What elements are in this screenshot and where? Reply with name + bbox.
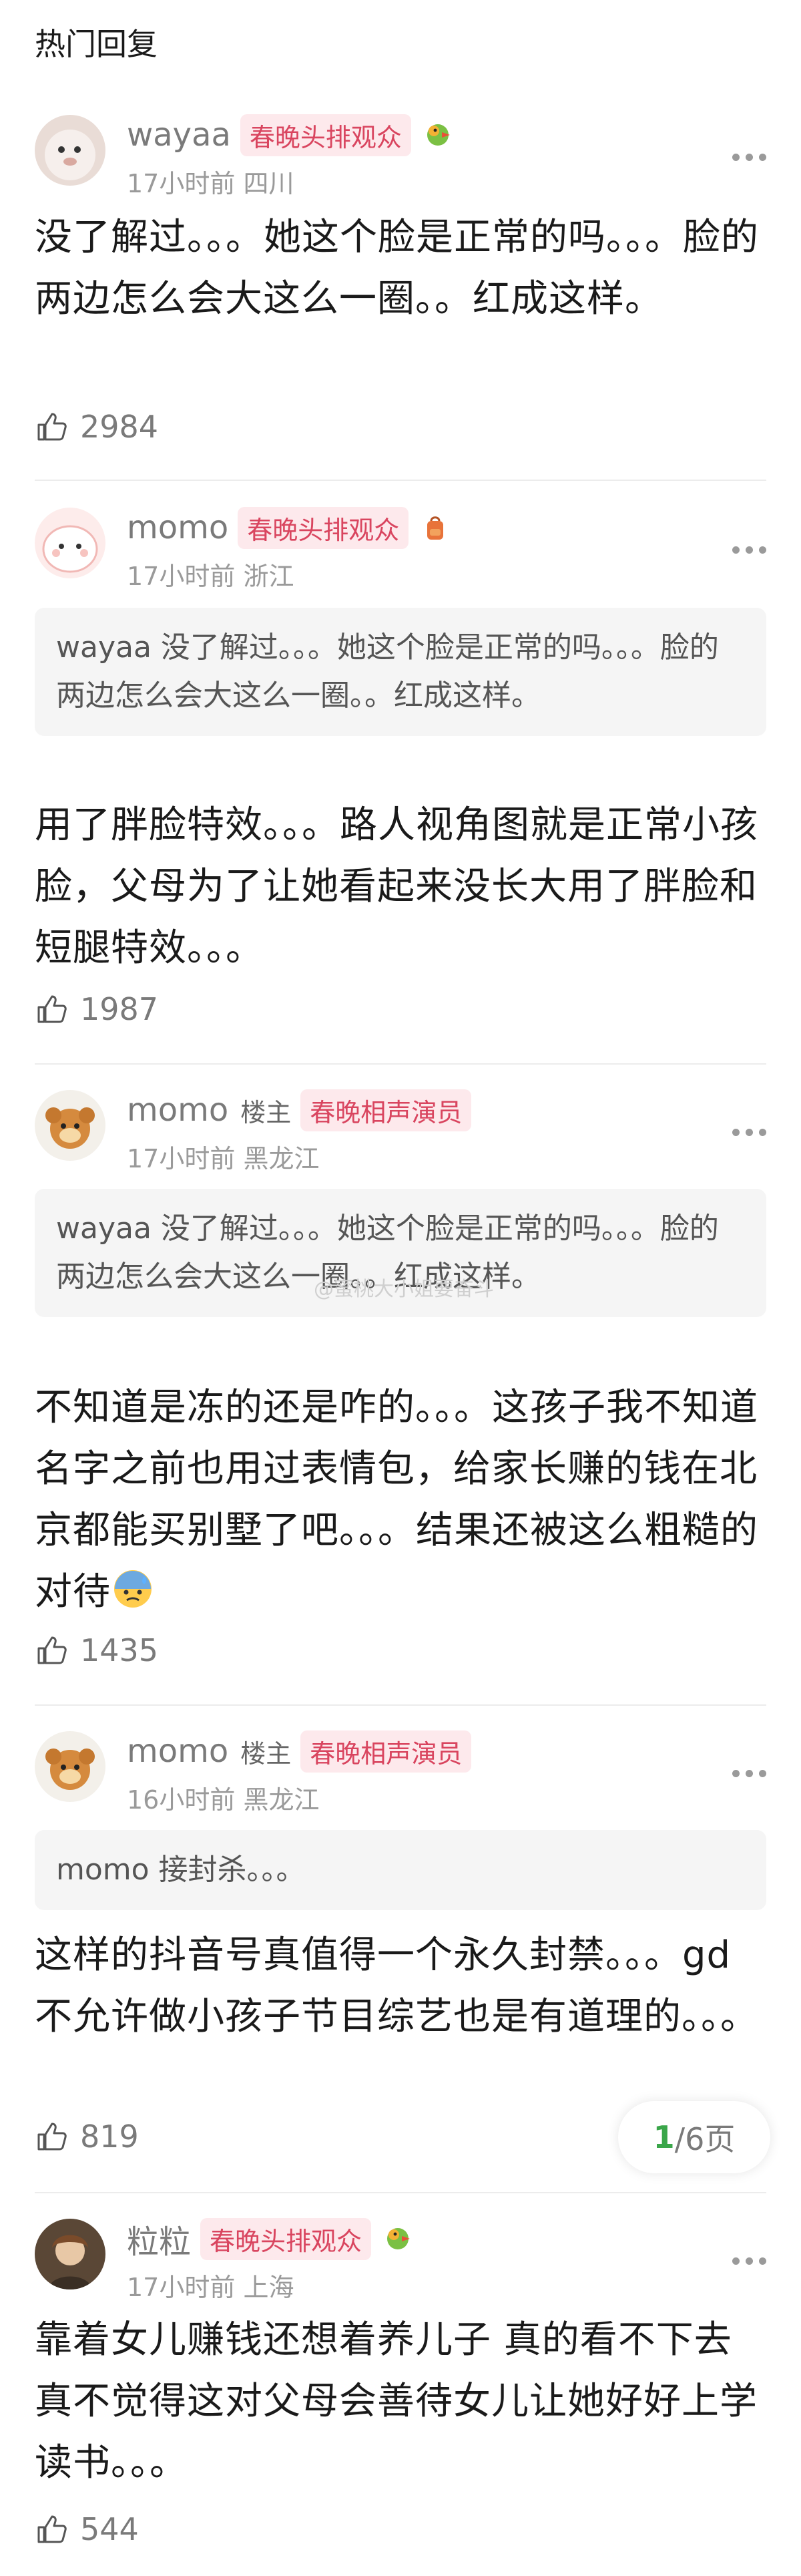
like-count: 1987 — [80, 991, 159, 1027]
comment-body: 靠着女儿赚钱还想着养儿子 真的看不下去 真不觉得这对父母会善待女儿让她好好上学读… — [35, 2318, 758, 2485]
thumbs-up-icon — [37, 995, 67, 1023]
avatar[interactable] — [35, 1090, 105, 1161]
comment-time: 17小时前 — [127, 1144, 236, 1173]
comment-time: 16小时前 — [127, 1785, 236, 1815]
thumbs-up-icon — [37, 413, 67, 441]
like-button[interactable]: 1435 — [35, 1632, 158, 1668]
username[interactable]: momo — [127, 509, 228, 546]
username[interactable]: momo — [127, 1091, 228, 1129]
divider — [35, 1704, 766, 1706]
title-badge: 春晚相声演员 — [300, 1730, 472, 1773]
page-current: 1 — [653, 2119, 675, 2155]
comment-location: 浙江 — [243, 562, 294, 591]
username[interactable]: 粒粒 — [127, 2215, 191, 2262]
like-count: 1435 — [80, 1632, 159, 1668]
watermark: @蜜桃大小姐要奋斗 — [314, 1278, 494, 1301]
like-button[interactable]: 819 — [35, 2119, 139, 2155]
like-button[interactable]: 1987 — [35, 991, 158, 1027]
cold-sweat-emoji-icon — [114, 1570, 152, 1608]
thumbs-up-icon — [37, 2123, 67, 2151]
avatar[interactable] — [35, 508, 105, 578]
thumbs-up-icon — [37, 2515, 67, 2543]
more-options-icon[interactable] — [732, 1770, 766, 1777]
comment-location: 黑龙江 — [243, 1785, 320, 1815]
comment-body: 没了解过。。。她这个脸是正常的吗。。。脸的两边怎么会大这么一圈。。红成这样。 — [35, 216, 759, 321]
title-badge: 春晚头排观众 — [200, 2217, 372, 2260]
more-options-icon[interactable] — [732, 2257, 766, 2265]
quoted-comment[interactable]: momo 接封杀。。。 — [35, 1830, 766, 1910]
comment-body: 用了胖脸特效。。。路人视角图就是正常小孩脸，父母为了让她看起来没长大用了胖脸和短… — [35, 803, 758, 970]
comment-location: 上海 — [243, 2273, 294, 2302]
parrot-emoji-icon — [427, 124, 450, 146]
quoted-comment[interactable]: wayaa 没了解过。。。她这个脸是正常的吗。。。脸的两边怎么会大这么一圈。。红… — [35, 608, 766, 736]
like-count: 2984 — [80, 409, 159, 445]
comment-body: 这样的抖音号真值得一个永久封禁。。。gd不允许做小孩子节目综艺也是有道理的。。。 — [35, 1934, 758, 2038]
op-badge: 楼主 — [240, 1097, 292, 1127]
page-indicator[interactable]: 1/6页 — [618, 2101, 770, 2173]
comment-location: 黑龙江 — [243, 1144, 320, 1173]
comment-time: 17小时前 — [127, 562, 236, 591]
avatar[interactable] — [35, 115, 105, 186]
comment-body: 不知道是冻的还是咋的。。。这孩子我不知道名字之前也用过表情包，给家长赚的钱在北京… — [35, 1377, 769, 1623]
section-title: 热门回复 — [35, 26, 158, 62]
username[interactable]: momo — [127, 1732, 228, 1770]
divider — [35, 1063, 766, 1065]
comment-location: 四川 — [243, 169, 294, 198]
more-options-icon[interactable] — [732, 546, 766, 554]
like-button[interactable]: 544 — [35, 2511, 139, 2547]
parrot-emoji-icon — [387, 2228, 411, 2249]
comment-time: 17小时前 — [127, 2273, 236, 2302]
op-badge: 楼主 — [240, 1738, 292, 1769]
like-button[interactable]: 2984 — [35, 409, 158, 445]
avatar[interactable] — [35, 1731, 105, 1802]
divider — [35, 480, 766, 481]
more-options-icon[interactable] — [732, 154, 766, 161]
like-count: 544 — [80, 2511, 139, 2547]
title-badge: 春晚头排观众 — [238, 506, 409, 549]
divider — [35, 2192, 766, 2193]
thumbs-up-icon — [37, 1636, 67, 1664]
more-options-icon[interactable] — [732, 1129, 766, 1136]
page-total: /6页 — [674, 2121, 736, 2157]
title-badge: 春晚头排观众 — [240, 114, 411, 156]
backpack-emoji-icon — [427, 516, 444, 540]
like-count: 819 — [80, 2119, 139, 2155]
title-badge: 春晚相声演员 — [300, 1089, 472, 1131]
avatar[interactable] — [35, 2219, 105, 2289]
username[interactable]: wayaa — [127, 116, 231, 154]
comment-time: 17小时前 — [127, 169, 236, 198]
